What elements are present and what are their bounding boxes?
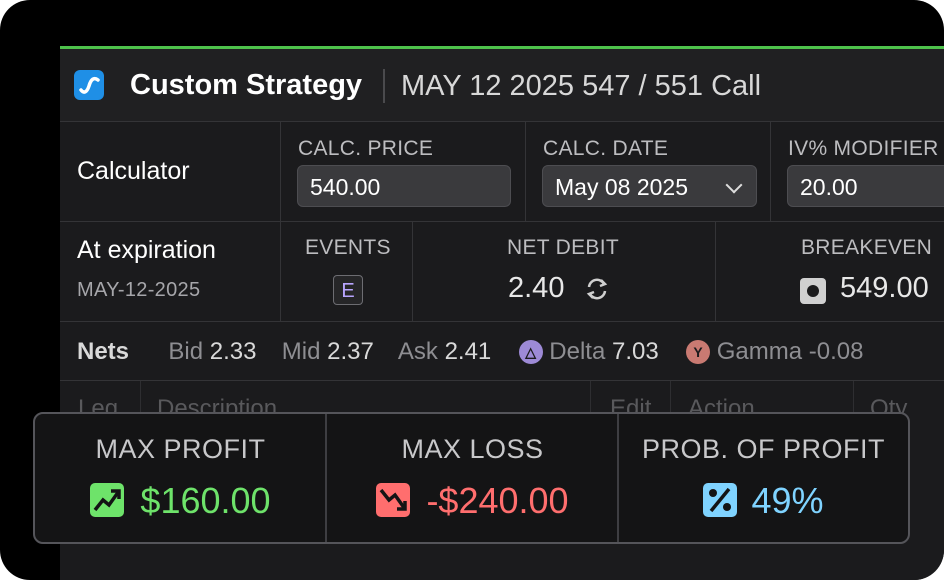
calc-date-cell: CALC. DATE May 08 2025 (526, 121, 771, 221)
strategy-logo-icon (74, 70, 104, 100)
bid-label: Bid (168, 338, 204, 365)
breakeven-icon (800, 278, 826, 304)
mid-value: 2.37 (327, 338, 374, 365)
events-cell: EVENTS E (281, 222, 413, 321)
iv-modifier-input[interactable]: 20.00 (787, 165, 944, 207)
calc-date-select[interactable]: May 08 2025 (542, 165, 757, 207)
trend-down-icon (376, 483, 411, 517)
ask-label: Ask (397, 338, 438, 365)
nets-label: Nets (77, 338, 130, 365)
calculator-row: Calculator CALC. PRICE 540.00 CALC. DATE… (60, 121, 944, 222)
calc-price-input[interactable]: 540.00 (297, 165, 511, 207)
calculator-label-cell: Calculator (60, 121, 281, 221)
max-loss-stat: MAX LOSS -$240.00 (327, 414, 618, 542)
calc-price-label: CALC. PRICE (298, 137, 434, 160)
delta-icon: △ (518, 340, 543, 364)
max-loss-line: -$240.00 (327, 480, 618, 522)
chevron-down-icon (725, 176, 743, 194)
max-profit-label: MAX PROFIT (95, 434, 266, 464)
nets-row: Nets Bid 2.33 Mid 2.37 Ask 2.41 △ Delta … (60, 322, 944, 381)
gamma-label: Gamma (716, 338, 803, 365)
calc-price-cell: CALC. PRICE 540.00 (281, 121, 526, 221)
expiration-row: At expiration MAY-12-2025 EVENTS E NET D… (60, 222, 944, 322)
max-profit-line: $160.00 (35, 480, 326, 522)
max-loss-label: MAX LOSS (401, 434, 544, 464)
prob-profit-value: 49% (751, 480, 824, 521)
strategy-title: Custom Strategy (130, 69, 363, 101)
percent-icon (703, 483, 738, 517)
prob-profit-stat: PROB. OF PROFIT 49% (619, 414, 908, 542)
gamma-value: -0.08 (808, 338, 864, 365)
events-badge[interactable]: E (333, 275, 363, 305)
net-debit-cell: NET DEBIT 2.40 (413, 222, 716, 321)
gamma-icon: Y (686, 340, 711, 364)
breakeven-value: 549.00 (840, 272, 929, 304)
delta-label: Delta (549, 338, 606, 365)
calc-date-label: CALC. DATE (543, 137, 669, 160)
expiration-label-cell: At expiration MAY-12-2025 (60, 222, 281, 321)
breakeven-cell: BREAKEVEN 549.00 (716, 222, 944, 321)
calculator-label: Calculator (77, 157, 190, 185)
trend-up-icon (90, 483, 125, 517)
iv-modifier-label: IV% MODIFIER (788, 137, 939, 160)
breakeven-label: BREAKEVEN (801, 236, 933, 259)
app-frame: Custom Strategy MAY 12 2025 547 / 551 Ca… (0, 0, 944, 580)
summary-card: MAX PROFIT $160.00 MAX LOSS -$240.00 PRO… (33, 412, 910, 544)
delta-value: 7.03 (612, 338, 659, 365)
net-debit-value: 2.40 (508, 272, 565, 304)
strategy-header: Custom Strategy MAY 12 2025 547 / 551 Ca… (60, 49, 944, 122)
mid-label: Mid (281, 338, 321, 365)
refresh-icon[interactable] (583, 275, 611, 303)
header-divider (383, 69, 385, 103)
prob-profit-label: PROB. OF PROFIT (641, 434, 885, 464)
strategy-subtitle: MAY 12 2025 547 / 551 Call (401, 70, 762, 102)
prob-profit-line: 49% (619, 480, 908, 522)
expiration-date: MAY-12-2025 (77, 279, 201, 301)
events-label: EVENTS (305, 236, 391, 259)
iv-modifier-cell: IV% MODIFIER 20.00 (771, 121, 944, 221)
nets-line: Nets Bid 2.33 Mid 2.37 Ask 2.41 △ Delta … (77, 338, 863, 366)
net-debit-label: NET DEBIT (507, 236, 619, 259)
calc-date-value: May 08 2025 (555, 174, 688, 200)
ask-value: 2.41 (444, 338, 492, 365)
max-loss-value: -$240.00 (426, 480, 569, 521)
max-profit-stat: MAX PROFIT $160.00 (35, 414, 326, 542)
bid-value: 2.33 (209, 338, 257, 365)
expiration-label: At expiration (77, 236, 216, 264)
max-profit-value: $160.00 (140, 480, 271, 521)
